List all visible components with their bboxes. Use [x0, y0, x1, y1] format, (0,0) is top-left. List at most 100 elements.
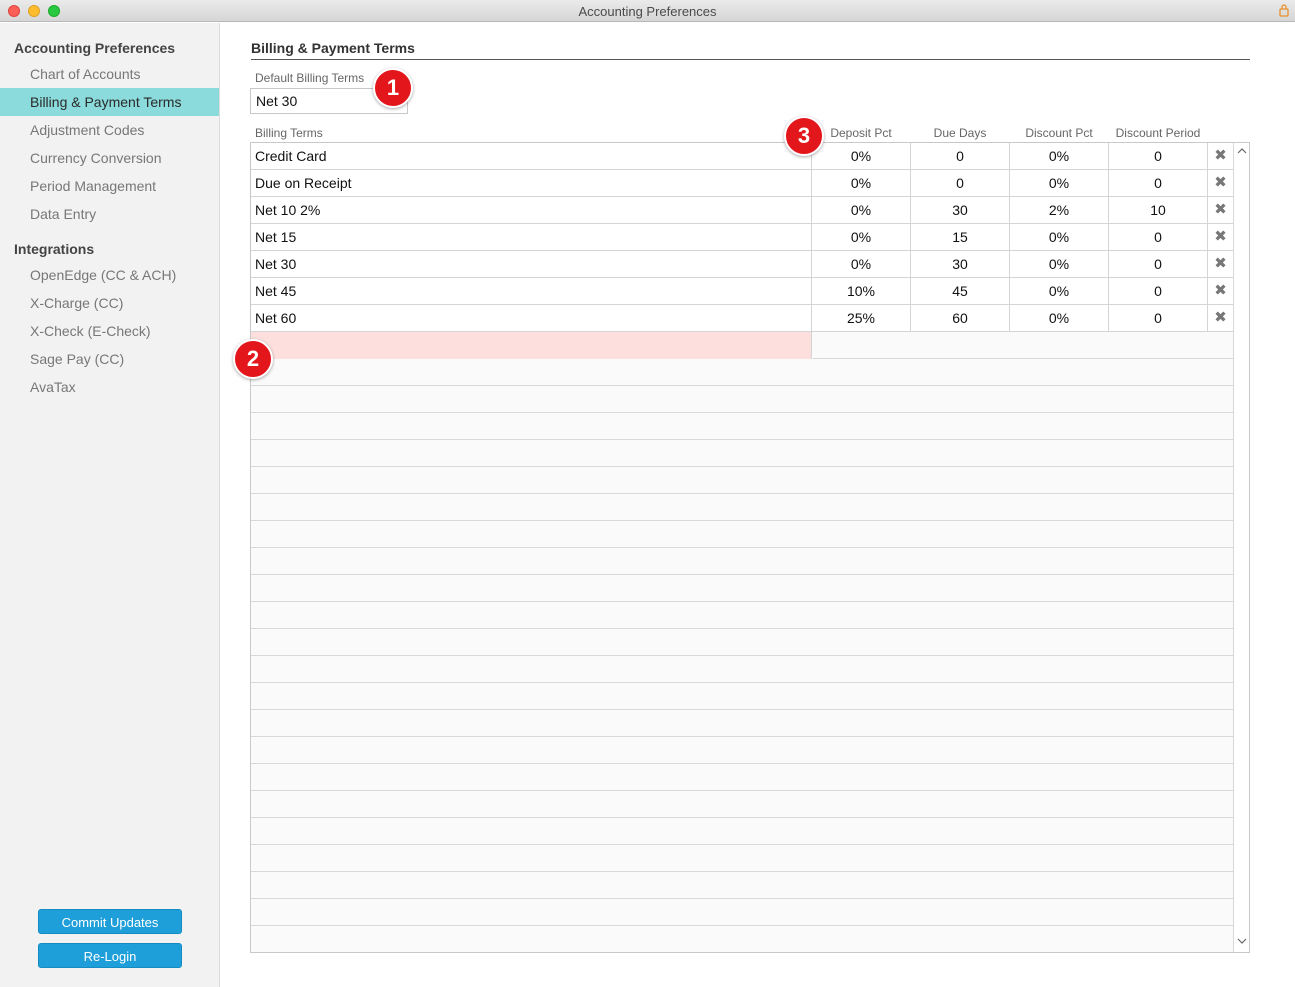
column-header-billing-terms: Billing Terms [255, 126, 323, 140]
discount-pct-cell[interactable]: 0% [1010, 170, 1109, 196]
billing-term-name-cell[interactable]: Credit Card [251, 143, 812, 169]
delete-row-icon[interactable]: ✖ [1208, 170, 1233, 196]
table-row[interactable]: Net 30 0% 30 0% 0 ✖ [251, 251, 1233, 278]
discount-pct-cell[interactable]: 0% [1010, 143, 1109, 169]
table-scrollbar[interactable] [1233, 143, 1249, 952]
table-row[interactable]: Net 45 10% 45 0% 0 ✖ [251, 278, 1233, 305]
due-days-cell[interactable]: 60 [911, 305, 1010, 331]
discount-pct-cell[interactable]: 2% [1010, 197, 1109, 223]
empty-row [251, 656, 1233, 683]
empty-row [251, 467, 1233, 494]
new-row-placeholder [813, 332, 1233, 359]
due-days-cell[interactable]: 0 [911, 143, 1010, 169]
empty-row [251, 359, 1233, 386]
re-login-button[interactable]: Re-Login [38, 943, 182, 968]
billing-term-name-cell[interactable]: Due on Receipt [251, 170, 812, 196]
due-days-cell[interactable]: 45 [911, 278, 1010, 304]
empty-row [251, 737, 1233, 764]
table-row[interactable]: Net 60 25% 60 0% 0 ✖ [251, 305, 1233, 332]
table-row[interactable]: Credit Card 0% 0 0% 0 ✖ [251, 143, 1233, 170]
empty-row [251, 602, 1233, 629]
delete-row-icon[interactable]: ✖ [1208, 278, 1233, 304]
deposit-pct-cell[interactable]: 0% [812, 224, 911, 250]
empty-row [251, 440, 1233, 467]
billing-term-name-cell[interactable]: Net 60 [251, 305, 812, 331]
table-row[interactable]: Net 10 2% 0% 30 2% 10 ✖ [251, 197, 1233, 224]
title-bar: Accounting Preferences [0, 0, 1295, 22]
discount-period-cell[interactable]: 10 [1109, 197, 1208, 223]
lock-icon [1279, 4, 1289, 17]
billing-term-name-cell[interactable]: Net 10 2% [251, 197, 812, 223]
sidebar-item-x-check[interactable]: X-Check (E-Check) [0, 317, 219, 345]
discount-period-cell[interactable]: 0 [1109, 143, 1208, 169]
sidebar-item-sage-pay[interactable]: Sage Pay (CC) [0, 345, 219, 373]
deposit-pct-cell[interactable]: 0% [812, 143, 911, 169]
column-header-due-days: Due Days [933, 126, 987, 140]
due-days-cell[interactable]: 15 [911, 224, 1010, 250]
discount-period-cell[interactable]: 0 [1109, 224, 1208, 250]
sidebar-item-billing-payment-terms[interactable]: Billing & Payment Terms [0, 88, 219, 116]
discount-period-cell[interactable]: 0 [1109, 305, 1208, 331]
new-billing-term-input[interactable] [251, 332, 812, 359]
discount-period-cell[interactable]: 0 [1109, 251, 1208, 277]
due-days-cell[interactable]: 0 [911, 170, 1010, 196]
discount-pct-cell[interactable]: 0% [1010, 305, 1109, 331]
sidebar-item-period-management[interactable]: Period Management [0, 172, 219, 200]
delete-row-icon[interactable]: ✖ [1208, 251, 1233, 277]
delete-row-icon[interactable]: ✖ [1208, 305, 1233, 331]
sidebar-item-chart-of-accounts[interactable]: Chart of Accounts [0, 60, 219, 88]
sidebar-item-data-entry[interactable]: Data Entry [0, 200, 219, 228]
table-row[interactable]: Net 15 0% 15 0% 0 ✖ [251, 224, 1233, 251]
discount-pct-cell[interactable]: 0% [1010, 251, 1109, 277]
chevron-up-icon[interactable] [1234, 145, 1249, 159]
commit-updates-button[interactable]: Commit Updates [38, 909, 182, 934]
empty-row [251, 413, 1233, 440]
empty-row [251, 818, 1233, 845]
table-row[interactable]: Due on Receipt 0% 0 0% 0 ✖ [251, 170, 1233, 197]
discount-period-cell[interactable]: 0 [1109, 278, 1208, 304]
billing-term-name-cell[interactable]: Net 45 [251, 278, 812, 304]
billing-term-name-cell[interactable]: Net 15 [251, 224, 812, 250]
empty-row [251, 764, 1233, 791]
empty-row [251, 575, 1233, 602]
due-days-cell[interactable]: 30 [911, 251, 1010, 277]
discount-period-cell[interactable]: 0 [1109, 170, 1208, 196]
billing-term-name-cell[interactable]: Net 30 [251, 251, 812, 277]
delete-row-icon[interactable]: ✖ [1208, 143, 1233, 169]
empty-row [251, 791, 1233, 818]
empty-row [251, 872, 1233, 899]
due-days-cell[interactable]: 30 [911, 197, 1010, 223]
sidebar: Accounting Preferences Chart of Accounts… [0, 23, 220, 987]
column-header-discount-pct: Discount Pct [1025, 126, 1093, 140]
discount-pct-cell[interactable]: 0% [1010, 224, 1109, 250]
sidebar-item-adjustment-codes[interactable]: Adjustment Codes [0, 116, 219, 144]
delete-row-icon[interactable]: ✖ [1208, 224, 1233, 250]
empty-row [251, 845, 1233, 872]
empty-row [251, 494, 1233, 521]
deposit-pct-cell[interactable]: 0% [812, 197, 911, 223]
deposit-pct-cell[interactable]: 25% [812, 305, 911, 331]
empty-row [251, 521, 1233, 548]
deposit-pct-cell[interactable]: 10% [812, 278, 911, 304]
sidebar-heading-accounting-preferences: Accounting Preferences [14, 40, 176, 56]
column-header-deposit-pct: Deposit Pct [830, 126, 892, 140]
default-billing-terms-label: Default Billing Terms [255, 71, 365, 85]
deposit-pct-cell[interactable]: 0% [812, 170, 911, 196]
sidebar-heading-integrations: Integrations [14, 241, 95, 257]
billing-terms-table: Credit Card 0% 0 0% 0 ✖ Due on Receipt 0… [250, 142, 1250, 953]
empty-row [251, 899, 1233, 926]
discount-pct-cell[interactable]: 0% [1010, 278, 1109, 304]
annotation-badge-3: 3 [784, 116, 824, 156]
sidebar-item-openedge[interactable]: OpenEdge (CC & ACH) [0, 261, 219, 289]
sidebar-item-avatax[interactable]: AvaTax [0, 373, 219, 401]
annotation-badge-1: 1 [373, 68, 413, 108]
window-title: Accounting Preferences [578, 4, 717, 19]
empty-row [251, 683, 1233, 710]
sidebar-item-currency-conversion[interactable]: Currency Conversion [0, 144, 219, 172]
column-header-discount-period: Discount Period [1115, 126, 1201, 140]
sidebar-item-x-charge[interactable]: X-Charge (CC) [0, 289, 219, 317]
deposit-pct-cell[interactable]: 0% [812, 251, 911, 277]
chevron-down-icon[interactable] [1234, 935, 1249, 949]
delete-row-icon[interactable]: ✖ [1208, 197, 1233, 223]
empty-row [251, 710, 1233, 737]
